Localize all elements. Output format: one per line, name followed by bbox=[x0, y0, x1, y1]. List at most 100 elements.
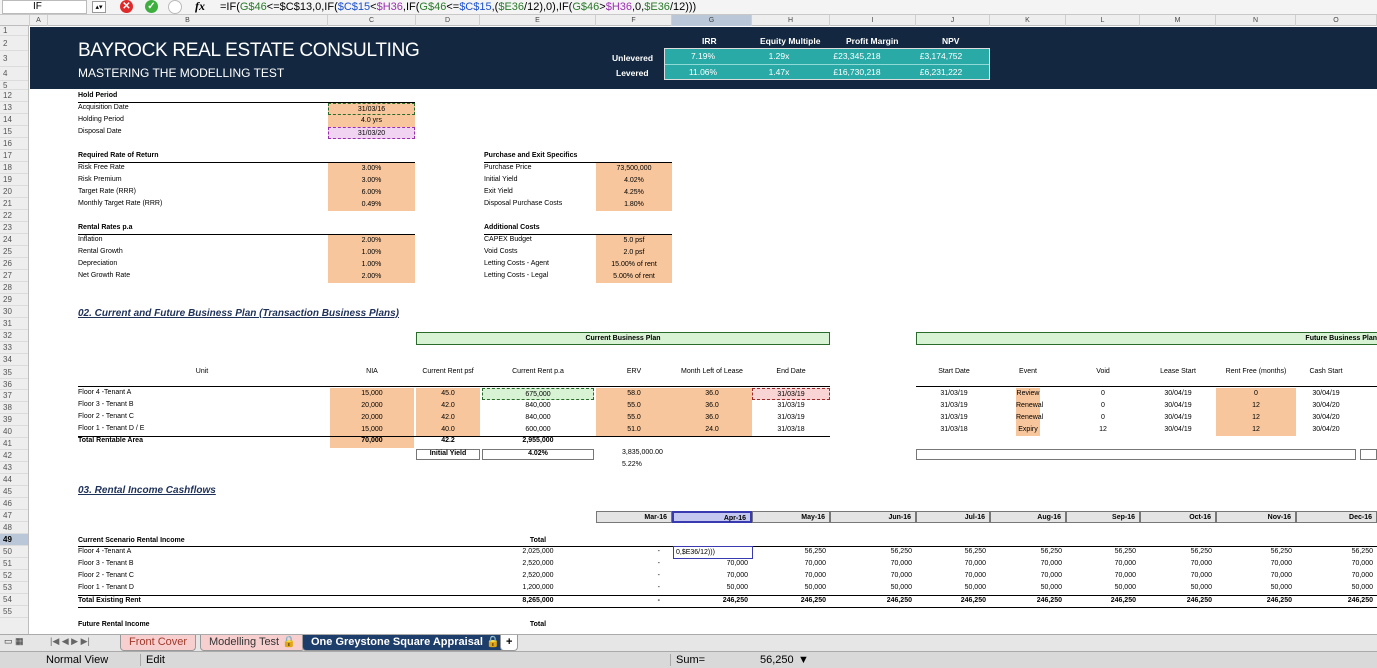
unit-cash-start-cell[interactable]: 30/04/20 bbox=[1296, 412, 1356, 424]
total-existing-rent-cell[interactable]: 246,250 bbox=[752, 597, 826, 604]
row-header-47[interactable]: 47 bbox=[0, 510, 28, 522]
unit-rent-free-cell[interactable]: 12 bbox=[1216, 400, 1296, 412]
cashflow-row-total[interactable]: 1,200,000 bbox=[480, 584, 596, 591]
unit-event-cell[interactable]: Renewal bbox=[1016, 400, 1040, 412]
column-header-n[interactable]: N bbox=[1216, 15, 1296, 26]
column-header-e[interactable]: E bbox=[480, 15, 596, 26]
unit-void-cell[interactable]: 0 bbox=[1066, 400, 1140, 412]
cashflow-cell[interactable]: 56,250 bbox=[990, 548, 1062, 555]
cashflow-cell[interactable]: 70,000 bbox=[830, 560, 912, 567]
total-existing-rent-cell[interactable]: 246,250 bbox=[916, 597, 986, 604]
unit-psf-cell[interactable]: 42.0 bbox=[416, 412, 480, 424]
row-header-26[interactable]: 26 bbox=[0, 258, 28, 270]
column-header-f[interactable]: F bbox=[596, 15, 672, 26]
rrr-value[interactable]: 3.00% bbox=[328, 163, 415, 175]
rental_rates-value[interactable]: 2.00% bbox=[328, 235, 415, 247]
additional_costs-value[interactable]: 2.0 psf bbox=[596, 247, 672, 259]
unit-end-cell[interactable]: 31/03/19 bbox=[752, 412, 830, 424]
total-nia[interactable]: 70,000 bbox=[330, 437, 414, 448]
rental_rates-value[interactable]: 1.00% bbox=[328, 247, 415, 259]
unit-rent-free-cell[interactable]: 0 bbox=[1216, 388, 1296, 400]
row-header-15[interactable]: 15 bbox=[0, 126, 28, 138]
total-existing-rent-cell[interactable]: 246,250 bbox=[830, 597, 912, 604]
unit-end-cell[interactable]: 31/03/18 bbox=[752, 424, 830, 436]
cashflow-cell[interactable]: 70,000 bbox=[990, 572, 1062, 579]
hold_period-value[interactable]: 31/03/16 bbox=[328, 103, 415, 115]
row-header-50[interactable]: 50 bbox=[0, 546, 28, 558]
tab-front-cover[interactable]: Front Cover bbox=[120, 635, 196, 651]
cashflow-cell[interactable]: 50,000 bbox=[1140, 584, 1212, 591]
additional_costs-value[interactable]: 5.0 psf bbox=[596, 235, 672, 247]
row-header-3[interactable]: 3 bbox=[0, 51, 28, 67]
unit-end-cell[interactable]: 31/03/19 bbox=[752, 388, 830, 400]
cashflow-cell[interactable]: 50,000 bbox=[916, 584, 986, 591]
erv-yield[interactable]: 5.22% bbox=[622, 461, 642, 468]
corner-cell[interactable] bbox=[0, 15, 30, 26]
row-header-55[interactable]: 55 bbox=[0, 606, 28, 618]
row-header-45[interactable]: 45 bbox=[0, 486, 28, 498]
row-header-21[interactable]: 21 bbox=[0, 198, 28, 210]
total-existing-rent-cell[interactable]: 246,250 bbox=[1140, 597, 1212, 604]
name-box-dropdown-icon[interactable]: ▴▾ bbox=[92, 1, 106, 13]
unit-lease-start-cell[interactable]: 30/04/19 bbox=[1140, 424, 1216, 436]
unit-nia-cell[interactable]: 15,000 bbox=[330, 424, 414, 436]
tab-appraisal[interactable]: One Greystone Square Appraisal 🔒 bbox=[302, 635, 509, 651]
unit-nia-cell[interactable]: 20,000 bbox=[330, 412, 414, 424]
unit-void-cell[interactable]: 0 bbox=[1066, 388, 1140, 400]
cashflow-cell[interactable]: 70,000 bbox=[672, 560, 748, 567]
unit-rent-free-cell[interactable]: 12 bbox=[1216, 424, 1296, 436]
cashflow-cell[interactable]: 50,000 bbox=[672, 584, 748, 591]
initial-yield-value[interactable]: 4.02% bbox=[482, 449, 594, 460]
add-sheet-button[interactable]: + bbox=[500, 635, 518, 651]
row-header-44[interactable]: 44 bbox=[0, 474, 28, 486]
rrr-value[interactable]: 3.00% bbox=[328, 175, 415, 187]
additional_costs-value[interactable]: 15.00% of rent bbox=[596, 259, 672, 271]
unit-erv-cell[interactable]: 51.0 bbox=[596, 424, 672, 436]
cashflow-cell[interactable]: 50,000 bbox=[1296, 584, 1373, 591]
purchase-value[interactable]: 4.02% bbox=[596, 175, 672, 187]
column-header-l[interactable]: L bbox=[1066, 15, 1140, 26]
row-header-16[interactable]: 16 bbox=[0, 138, 28, 150]
month-header[interactable]: Mar-16 bbox=[596, 511, 672, 523]
cashflow-mar-cell[interactable]: - bbox=[596, 548, 660, 555]
row-header-18[interactable]: 18 bbox=[0, 162, 28, 174]
column-header-o[interactable]: O bbox=[1296, 15, 1377, 26]
row-header-22[interactable]: 22 bbox=[0, 210, 28, 222]
row-header-20[interactable]: 20 bbox=[0, 186, 28, 198]
column-header-m[interactable]: M bbox=[1140, 15, 1216, 26]
unit-months-cell[interactable]: 36.0 bbox=[672, 400, 752, 412]
cashflow-cell[interactable]: 70,000 bbox=[1066, 560, 1136, 567]
name-box[interactable]: IF bbox=[2, 0, 87, 14]
cashflow-cell[interactable]: 70,000 bbox=[916, 560, 986, 567]
total-existing-rent-cell[interactable]: 246,250 bbox=[990, 597, 1062, 604]
month-header[interactable]: May-16 bbox=[752, 511, 830, 523]
total-existing-rent-cell[interactable]: 246,250 bbox=[1296, 597, 1373, 604]
unit-start-cell[interactable]: 31/03/18 bbox=[916, 424, 992, 436]
cashflow-cell[interactable]: 70,000 bbox=[1066, 572, 1136, 579]
cashflow-mar-cell[interactable]: - bbox=[596, 584, 660, 591]
row-header-23[interactable]: 23 bbox=[0, 222, 28, 234]
unit-cash-start-cell[interactable]: 30/04/19 bbox=[1296, 388, 1356, 400]
unit-start-cell[interactable]: 31/03/19 bbox=[916, 412, 992, 424]
row-header-14[interactable]: 14 bbox=[0, 114, 28, 126]
view-toggle-icon[interactable]: ▭ ▦ bbox=[4, 636, 40, 650]
column-header-c[interactable]: C bbox=[328, 15, 416, 26]
column-header-i[interactable]: I bbox=[830, 15, 916, 26]
row-header-54[interactable]: 54 bbox=[0, 594, 28, 606]
row-header-41[interactable]: 41 bbox=[0, 438, 28, 450]
purchase-value[interactable]: 1.80% bbox=[596, 199, 672, 211]
unit-pa-cell[interactable]: 600,000 bbox=[482, 424, 594, 436]
unit-months-cell[interactable]: 24.0 bbox=[672, 424, 752, 436]
month-header[interactable]: Jul-16 bbox=[916, 511, 990, 523]
cashflow-cell[interactable]: 70,000 bbox=[1140, 560, 1212, 567]
formula-history-icon[interactable] bbox=[168, 0, 182, 14]
cashflow-cell[interactable]: 70,000 bbox=[672, 572, 748, 579]
unit-nia-cell[interactable]: 20,000 bbox=[330, 400, 414, 412]
month-header[interactable]: Nov-16 bbox=[1216, 511, 1296, 523]
unit-psf-cell[interactable]: 40.0 bbox=[416, 424, 480, 436]
unit-void-cell[interactable]: 0 bbox=[1066, 412, 1140, 424]
cashflow-cell[interactable]: 70,000 bbox=[752, 572, 826, 579]
row-header-17[interactable]: 17 bbox=[0, 150, 28, 162]
tab-modelling-test[interactable]: Modelling Test 🔒 bbox=[200, 635, 305, 651]
column-header-h[interactable]: H bbox=[752, 15, 830, 26]
